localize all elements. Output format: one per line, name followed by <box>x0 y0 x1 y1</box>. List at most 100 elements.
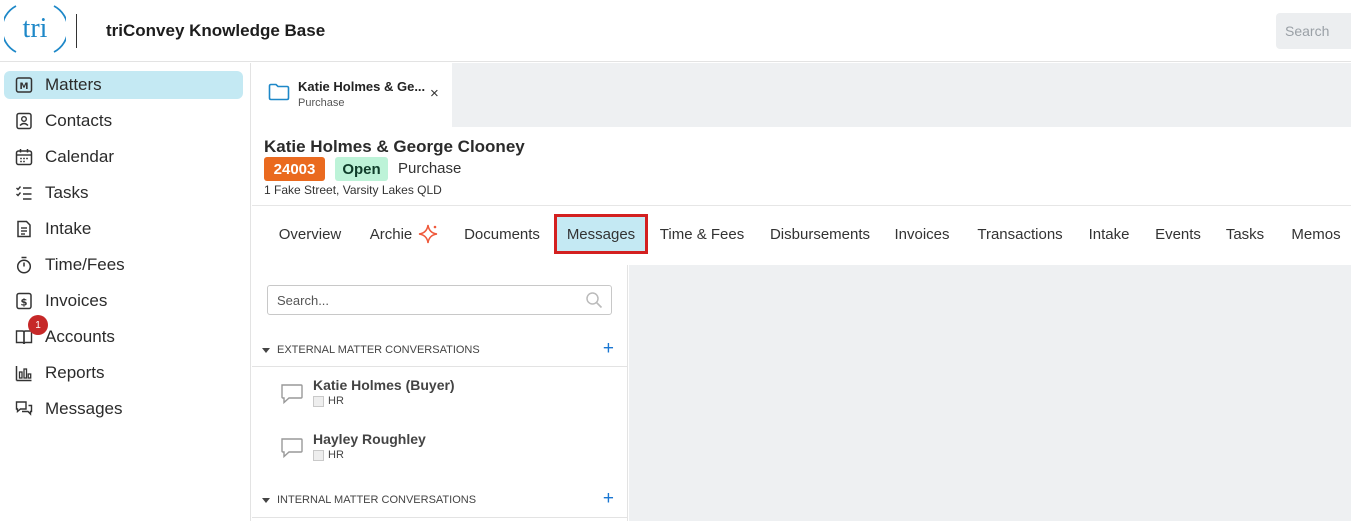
sidebar-item-label: Accounts <box>45 327 115 346</box>
divider <box>252 205 1351 206</box>
conversation-name: Katie Holmes (Buyer) <box>313 377 455 393</box>
conversations-panel: Search... EXTERNAL MATTER CONVERSATIONS … <box>252 265 628 521</box>
sidebar: M Matters Contacts Calendar Tasks Intake… <box>0 63 251 521</box>
invoice-icon: $ <box>14 291 34 311</box>
reports-icon <box>14 363 34 383</box>
sidebar-item-label: Invoices <box>45 291 108 310</box>
notification-badge: 1 <box>28 315 48 335</box>
tab-events[interactable]: Events <box>1148 214 1208 254</box>
sidebar-item-matters[interactable]: M Matters <box>4 71 243 99</box>
sidebar-item-label: Messages <box>45 399 123 418</box>
tab-documents[interactable]: Documents <box>456 214 548 254</box>
participant-checkbox <box>313 450 324 461</box>
open-tab-subtitle: Purchase <box>298 97 345 109</box>
matter-address: 1 Fake Street, Varsity Lakes QLD <box>264 183 442 197</box>
participant-checkbox <box>313 396 324 407</box>
participant-initials: HR <box>328 395 344 407</box>
sidebar-item-label: Matters <box>45 75 102 94</box>
matter-type: Purchase <box>398 160 462 177</box>
caret-down-icon <box>262 497 270 503</box>
sidebar-item-reports[interactable]: Reports <box>4 359 243 387</box>
tab-label: Transactions <box>977 225 1063 243</box>
caret-down-icon <box>262 347 270 353</box>
add-external-conversation-button[interactable]: + <box>603 338 614 360</box>
global-search-input[interactable]: Search <box>1276 13 1351 49</box>
tab-memos[interactable]: Memos <box>1286 214 1346 254</box>
conversation-search-input[interactable]: Search... <box>267 285 612 315</box>
sparkle-icon <box>418 224 438 244</box>
sidebar-item-tasks[interactable]: Tasks <box>4 179 243 207</box>
tab-disbursements[interactable]: Disbursements <box>760 214 880 254</box>
tab-label: Disbursements <box>769 225 871 243</box>
tab-tasks[interactable]: Tasks <box>1220 214 1270 254</box>
app-header: tri triConvey Knowledge Base Search <box>0 0 1351 62</box>
tab-label: Intake <box>1088 225 1130 243</box>
sidebar-item-label: Time/Fees <box>45 255 125 274</box>
logo-divider <box>76 14 77 48</box>
contacts-icon <box>14 111 34 131</box>
sidebar-item-time-fees[interactable]: Time/Fees <box>4 251 243 279</box>
tab-label: Archie <box>369 225 413 243</box>
internal-conversations-heading[interactable]: INTERNAL MATTER CONVERSATIONS + <box>262 488 614 510</box>
tab-messages[interactable]: Messages <box>554 214 648 254</box>
sidebar-item-label: Contacts <box>45 111 113 130</box>
folder-icon <box>268 83 290 106</box>
conversation-content-pane <box>629 265 1351 521</box>
tab-label: Overview <box>278 225 342 243</box>
matter-number-badge: 24003 <box>264 157 325 181</box>
tab-invoices[interactable]: Invoices <box>888 214 956 254</box>
conversation-name: Hayley Roughley <box>313 431 426 447</box>
sidebar-item-label: Reports <box>45 363 105 382</box>
tab-time-fees[interactable]: Time & Fees <box>654 214 750 254</box>
tab-label: Documents <box>464 225 540 243</box>
sidebar-item-contacts[interactable]: Contacts <box>4 107 243 135</box>
triconvey-logo[interactable]: tri <box>1 0 69 58</box>
close-icon[interactable]: × <box>430 85 439 102</box>
app-title: triConvey Knowledge Base <box>106 21 326 40</box>
tab-label: Time & Fees <box>659 225 745 243</box>
conversation-item[interactable]: Hayley Roughley HR <box>280 431 580 471</box>
tab-label: Invoices <box>894 225 950 243</box>
tab-intake[interactable]: Intake <box>1082 214 1136 254</box>
chat-bubble-icon <box>280 383 304 410</box>
sidebar-item-accounts[interactable]: 1 Accounts <box>4 315 243 351</box>
matter-tabs: Overview Archie Documents Messages Time … <box>252 214 1351 256</box>
open-tab-title: Katie Holmes & Ge... <box>298 79 426 94</box>
tab-archie[interactable]: Archie <box>362 214 446 254</box>
search-icon <box>585 291 603 312</box>
tasks-icon <box>14 183 34 203</box>
svg-text:tri: tri <box>23 13 48 44</box>
section-label: INTERNAL MATTER CONVERSATIONS <box>277 494 477 506</box>
external-conversations-heading[interactable]: EXTERNAL MATTER CONVERSATIONS + <box>262 338 614 360</box>
tab-label: Memos <box>1291 225 1341 243</box>
status-badge: Open <box>335 157 388 181</box>
messages-icon <box>14 399 34 419</box>
tab-overview[interactable]: Overview <box>266 214 354 254</box>
sidebar-item-label: Intake <box>45 219 92 238</box>
search-placeholder: Search... <box>277 293 330 308</box>
sidebar-item-invoices[interactable]: $ Invoices <box>4 287 243 315</box>
svg-text:$: $ <box>21 298 28 309</box>
matter-title: Katie Holmes & George Clooney <box>264 137 525 156</box>
matters-icon: M <box>14 75 34 95</box>
participant-initials: HR <box>328 449 344 461</box>
divider <box>252 517 627 518</box>
divider <box>252 366 627 367</box>
stopwatch-icon <box>14 255 34 275</box>
svg-text:M: M <box>20 82 29 92</box>
conversation-item[interactable]: Katie Holmes (Buyer) HR <box>280 377 580 417</box>
tab-label: Events <box>1155 225 1201 243</box>
tab-label: Tasks <box>1225 225 1265 243</box>
sidebar-item-intake[interactable]: Intake <box>4 215 243 243</box>
add-internal-conversation-button[interactable]: + <box>603 488 614 510</box>
open-matter-tab[interactable]: Katie Holmes & Ge... Purchase × <box>252 63 452 127</box>
calendar-icon <box>14 147 34 167</box>
tab-label: Messages <box>566 225 636 243</box>
sidebar-item-calendar[interactable]: Calendar <box>4 143 243 171</box>
tab-transactions[interactable]: Transactions <box>970 214 1070 254</box>
sidebar-item-messages[interactable]: Messages <box>4 395 243 423</box>
sidebar-item-label: Calendar <box>45 147 114 166</box>
intake-icon <box>14 219 34 239</box>
sidebar-item-label: Tasks <box>45 183 89 202</box>
open-tabs-strip: Katie Holmes & Ge... Purchase × <box>252 63 1351 127</box>
